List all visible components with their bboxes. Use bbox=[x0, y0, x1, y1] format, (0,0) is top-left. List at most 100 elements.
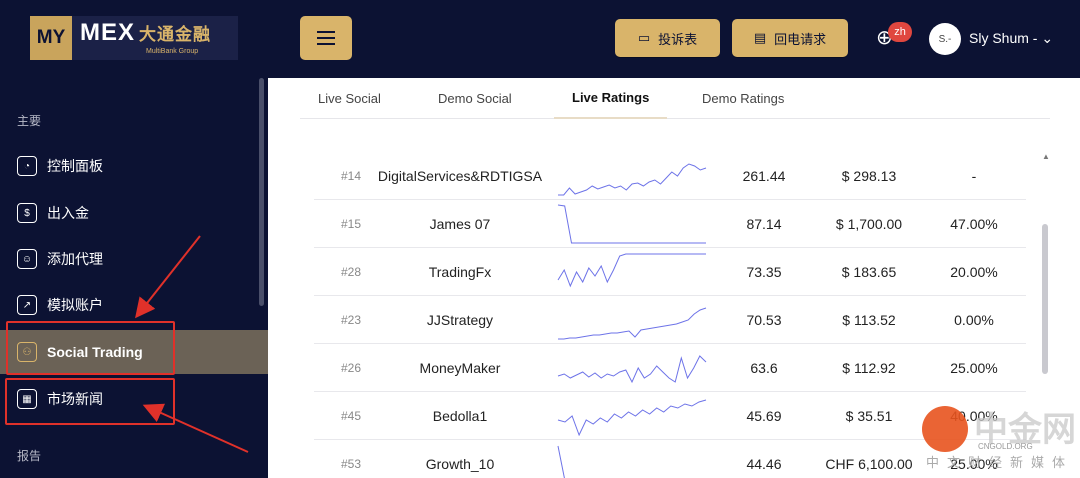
tab-demo-ratings[interactable]: Demo Ratings bbox=[684, 78, 802, 119]
account-balance: CHF 6,100.00 bbox=[825, 455, 913, 472]
avatar[interactable]: S.- bbox=[929, 23, 961, 55]
account-balance: $ 113.52 bbox=[842, 311, 896, 328]
sidebar-item-social-trading[interactable]: ⚇ Social Trading bbox=[0, 330, 268, 374]
sidebar-section-reports: 报告 bbox=[17, 449, 42, 463]
sidebar-item-market-news[interactable]: ▦ 市场新闻 bbox=[0, 377, 268, 421]
performance-sparkline bbox=[557, 445, 565, 478]
message-icon: ▭ bbox=[637, 30, 651, 45]
sidebar-item-funding[interactable]: $ 出入金 bbox=[0, 191, 268, 235]
table-row[interactable]: #28 TradingFx 73.35 $ 183.65 20.00% bbox=[314, 248, 1026, 296]
sidebar-item-label: 出入金 bbox=[47, 205, 89, 221]
chart-icon: ↗ bbox=[17, 295, 37, 315]
rating-score: 70.53 bbox=[746, 311, 782, 328]
logo-subtitle: MultiBank Group bbox=[146, 47, 199, 55]
performance-sparkline bbox=[557, 355, 707, 384]
user-menu[interactable]: Sly Shum - ⌄ bbox=[969, 30, 1053, 47]
account-balance: $ 112.92 bbox=[842, 359, 896, 376]
account-balance: $ 298.13 bbox=[841, 167, 897, 184]
logo-my: MY bbox=[30, 16, 72, 60]
sidebar: 主要 ◔ 控制面板 $ 出入金 ☺ 添加代理 ↗ 模拟账户 ⚇ Social T… bbox=[0, 78, 268, 478]
rating-score: 63.6 bbox=[750, 359, 778, 376]
rating-score: 87.14 bbox=[746, 215, 782, 232]
watermark-subtitle: 中文财经新媒体 bbox=[926, 455, 1074, 470]
performance-fee: - bbox=[971, 167, 977, 184]
sparkline-path bbox=[557, 445, 565, 478]
tab-live-ratings[interactable]: Live Ratings bbox=[554, 78, 668, 119]
trader-rank: #26 bbox=[341, 360, 362, 375]
performance-fee: 0.00% bbox=[954, 311, 994, 328]
trader-name: James 07 bbox=[429, 215, 491, 232]
account-balance: $ 35.51 bbox=[845, 407, 893, 424]
trader-name: DigitalServices&RDTIGSA bbox=[377, 167, 543, 184]
sidebar-item-label: 模拟账户 bbox=[47, 297, 103, 313]
rating-score: 45.69 bbox=[746, 407, 782, 424]
table-row[interactable]: #26 MoneyMaker 63.6 $ 112.92 25.00% bbox=[314, 344, 1026, 392]
sparkline-path bbox=[557, 399, 707, 436]
performance-sparkline bbox=[557, 253, 706, 288]
trader-rank: #45 bbox=[341, 408, 362, 423]
trader-name: JJStrategy bbox=[426, 311, 494, 328]
trader-rank: #28 bbox=[341, 264, 362, 279]
table-row[interactable]: #14 DigitalServices&RDTIGSA 261.44 $ 298.13… bbox=[314, 152, 1026, 200]
sparkline-path bbox=[557, 253, 706, 288]
rating-score: 44.46 bbox=[746, 455, 782, 472]
performance-sparkline bbox=[558, 307, 707, 340]
performance-sparkline bbox=[557, 399, 707, 436]
top-bar: MY MEX 大通金融 MultiBank Group ▭ 投诉表 ▤ 回电请求 … bbox=[0, 0, 1080, 78]
tab-bar: Live Social Demo Social Live Ratings Dem… bbox=[300, 78, 1050, 119]
sparkline-path bbox=[557, 204, 706, 244]
logo-mex: MEX bbox=[80, 18, 136, 46]
sidebar-item-dashboard[interactable]: ◔ 控制面板 bbox=[0, 144, 268, 188]
trader-name: Growth_10 bbox=[425, 455, 495, 472]
trader-rank: #53 bbox=[341, 456, 362, 471]
ratings-table: #14 DigitalServices&RDTIGSA 261.44 $ 298.13… bbox=[314, 152, 1026, 478]
dashboard-icon: ◔ bbox=[17, 156, 37, 176]
complaint-form-button[interactable]: ▭ 投诉表 bbox=[615, 19, 720, 57]
social-trading-icon: ⚇ bbox=[17, 342, 37, 362]
table-row[interactable]: #15 James 07 87.14 $ 1,700.00 47.00% bbox=[314, 200, 1026, 248]
trader-rank: #15 bbox=[341, 216, 362, 231]
table-scrollbar[interactable] bbox=[1042, 224, 1048, 374]
hamburger-icon bbox=[317, 37, 335, 39]
performance-fee: 25.00% bbox=[950, 359, 998, 376]
brand-logo[interactable]: MY MEX 大通金融 MultiBank Group bbox=[30, 16, 238, 60]
sparkline-path bbox=[558, 163, 707, 196]
sidebar-item-label: Social Trading bbox=[47, 344, 143, 360]
sidebar-section-main: 主要 bbox=[17, 114, 42, 128]
trader-name: MoneyMaker bbox=[419, 359, 501, 376]
watermark-logo-icon bbox=[922, 406, 968, 452]
sparkline-path bbox=[558, 307, 707, 340]
trader-name: Bedolla1 bbox=[432, 407, 488, 424]
scroll-up-icon[interactable]: ▲ bbox=[1042, 152, 1050, 161]
language-badge[interactable]: zh bbox=[888, 22, 912, 42]
table-row[interactable]: #23 JJStrategy 70.53 $ 113.52 0.00% bbox=[314, 296, 1026, 344]
hamburger-menu-button[interactable] bbox=[300, 16, 352, 60]
logo-chinese-name: 大通金融 bbox=[139, 24, 212, 44]
account-balance: $ 1,700.00 bbox=[835, 215, 903, 232]
sidebar-item-demo-account[interactable]: ↗ 模拟账户 bbox=[0, 283, 268, 327]
sidebar-item-label: 市场新闻 bbox=[47, 391, 103, 407]
watermark-english: CNGOLD.ORG bbox=[978, 442, 1033, 451]
rating-score: 73.35 bbox=[746, 263, 782, 280]
agent-icon: ☺ bbox=[17, 249, 37, 269]
sidebar-item-label: 添加代理 bbox=[47, 251, 103, 267]
rating-score: 261.44 bbox=[742, 167, 786, 184]
callback-request-label: 回电请求 bbox=[774, 31, 827, 47]
sparkline-path bbox=[557, 355, 707, 384]
money-bag-icon: $ bbox=[17, 203, 37, 223]
trader-rank: #14 bbox=[341, 168, 362, 183]
performance-sparkline bbox=[558, 163, 707, 196]
account-balance: $ 183.65 bbox=[841, 263, 897, 280]
performance-sparkline bbox=[557, 204, 706, 244]
table-row[interactable]: #53 Growth_10 44.46 CHF 6,100.00 25.00% bbox=[314, 440, 1026, 478]
callback-request-button[interactable]: ▤ 回电请求 bbox=[732, 19, 848, 57]
newspaper-icon: ▦ bbox=[17, 389, 37, 409]
complaint-form-label: 投诉表 bbox=[658, 31, 698, 47]
performance-fee: 47.00% bbox=[950, 215, 998, 232]
table-row[interactable]: #45 Bedolla1 45.69 $ 35.51 40.00% bbox=[314, 392, 1026, 440]
tab-demo-social[interactable]: Demo Social bbox=[420, 78, 530, 119]
tab-live-social[interactable]: Live Social bbox=[300, 78, 399, 119]
sidebar-item-add-agent[interactable]: ☺ 添加代理 bbox=[0, 237, 268, 281]
trader-name: TradingFx bbox=[428, 263, 492, 280]
performance-fee: 20.00% bbox=[950, 263, 998, 280]
